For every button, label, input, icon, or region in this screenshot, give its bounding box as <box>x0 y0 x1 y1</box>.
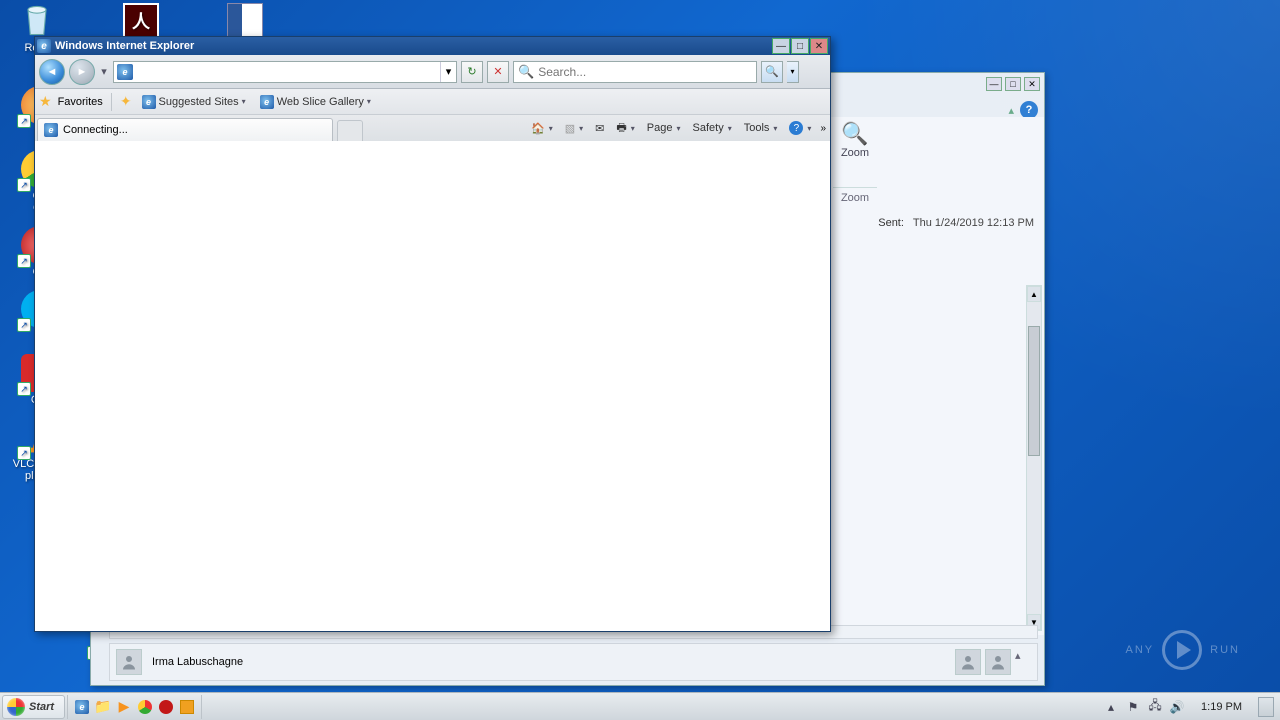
outlook-sent-field: Sent: Thu 1/24/2019 12:13 PM <box>878 217 1034 229</box>
rss-icon: ▧ <box>565 122 575 135</box>
outlook-zoom-button[interactable]: 🔍 Zoom <box>835 121 875 159</box>
ie-tab-bar: e Connecting... 🏠▾ ▧▾ ✉ 🖶▾ Page▾ Safety▾… <box>35 115 830 141</box>
windows-orb-icon <box>7 698 25 716</box>
ie-icon <box>37 39 51 53</box>
play-icon <box>1162 630 1202 670</box>
outlook-collapse-icon[interactable]: ▴ <box>1008 104 1014 117</box>
network-icon[interactable]: 🖧 <box>1147 699 1163 715</box>
outlook-people-pane: Irma Labuschagne ▴ <box>109 643 1038 681</box>
ie-icon: e <box>117 64 133 80</box>
ie-taskbar-icon[interactable]: e <box>72 697 92 717</box>
ie-icon: e <box>142 95 156 109</box>
print-button[interactable]: 🖶▾ <box>611 118 639 138</box>
tab-title: Connecting... <box>63 124 128 136</box>
volume-icon[interactable]: 🔊 <box>1169 699 1185 715</box>
ie-close-button[interactable]: ✕ <box>810 38 828 54</box>
outlook-close-button[interactable]: ✕ <box>1024 77 1040 91</box>
web-slice-gallery-link[interactable]: e Web Slice Gallery ▾ <box>256 93 375 111</box>
ie-maximize-button[interactable]: □ <box>791 38 809 54</box>
ie-title-text: Windows Internet Explorer <box>55 40 194 52</box>
print-icon: 🖶 <box>616 119 626 138</box>
outlook-minimize-button[interactable]: — <box>986 77 1002 91</box>
chrome-taskbar-icon[interactable] <box>135 697 155 717</box>
outlook-zoom-group-label: Zoom <box>833 187 877 204</box>
quick-launch: e 📁 ▶ <box>67 695 202 719</box>
ie-window-controls: — □ ✕ <box>771 38 828 54</box>
back-button[interactable]: ◄ <box>39 59 65 85</box>
search-icon: 🔍 <box>518 64 534 80</box>
feeds-button[interactable]: ▧▾ <box>560 118 588 138</box>
anyrun-watermark: ANY RUN <box>1126 630 1240 670</box>
tools-menu[interactable]: Tools▾ <box>739 118 783 138</box>
avatar-icon <box>116 649 142 675</box>
outlook-help-area: ▴ ? <box>1008 101 1038 119</box>
ie-window: Windows Internet Explorer — □ ✕ ◄ ► ▾ e … <box>34 36 831 632</box>
ie-nav-bar: ◄ ► ▾ e ▾ ↻ ✕ 🔍 🔍▾ <box>35 55 830 89</box>
mail-icon: ✉ <box>595 122 604 135</box>
home-icon: 🏠 <box>531 122 545 135</box>
flag-icon[interactable]: ⚑ <box>1125 699 1141 715</box>
show-desktop-button[interactable] <box>1258 697 1274 717</box>
outlook-reading-pane: 🔍 Zoom Zoom Sent: Thu 1/24/2019 12:13 PM… <box>830 117 1044 635</box>
new-tab-button[interactable] <box>337 120 363 141</box>
favorites-label[interactable]: Favorites <box>58 96 103 108</box>
ie-favorites-bar: ★ Favorites ✦ e Suggested Sites ▾ e Web … <box>35 89 830 115</box>
taskbar: Start e 📁 ▶ ▴ ⚑ 🖧 🔊 1:19 PM <box>0 692 1280 720</box>
search-go-button[interactable]: 🔍 <box>761 61 783 83</box>
address-bar: e ▾ <box>113 61 457 83</box>
read-mail-button[interactable]: ✉ <box>590 118 609 138</box>
address-input[interactable] <box>136 65 440 79</box>
refresh-button[interactable]: ↻ <box>461 61 483 83</box>
app-taskbar-icon[interactable] <box>177 697 197 717</box>
system-tray: ▴ ⚑ 🖧 🔊 1:19 PM <box>1097 697 1280 717</box>
people-pane-collapse-button[interactable]: ▴ <box>1015 649 1031 675</box>
scroll-up-button[interactable]: ▲ <box>1027 286 1041 302</box>
desktop: Recy 人 Fir Go Ch Op Sk CCl VLC media pla… <box>0 0 1280 720</box>
search-box: 🔍 <box>513 61 757 83</box>
wmp-taskbar-icon[interactable]: ▶ <box>114 697 134 717</box>
stop-button[interactable]: ✕ <box>487 61 509 83</box>
search-input[interactable] <box>538 65 756 79</box>
avatar-icon[interactable] <box>955 649 981 675</box>
help-button[interactable]: ?▾ <box>784 118 816 138</box>
outlook-scrollbar[interactable]: ▲ ▼ <box>1026 285 1042 631</box>
add-favorites-icon[interactable]: ✦ <box>120 93 132 110</box>
magnifier-icon: 🔍 <box>835 121 875 147</box>
outlook-help-icon[interactable]: ? <box>1020 101 1038 119</box>
scroll-thumb[interactable] <box>1028 326 1040 456</box>
outlook-window-controls: — □ ✕ <box>986 77 1040 91</box>
address-dropdown-button[interactable]: ▾ <box>440 62 456 82</box>
taskbar-clock[interactable]: 1:19 PM <box>1191 701 1252 713</box>
home-button[interactable]: 🏠▾ <box>526 118 558 138</box>
safety-menu[interactable]: Safety▾ <box>688 118 737 138</box>
search-provider-dropdown[interactable]: ▾ <box>787 61 799 83</box>
favorites-star-icon[interactable]: ★ <box>39 93 52 110</box>
ie-icon: e <box>44 123 58 137</box>
avatar-icon[interactable] <box>985 649 1011 675</box>
opera-taskbar-icon[interactable] <box>156 697 176 717</box>
page-menu[interactable]: Page▾ <box>642 118 686 138</box>
suggested-sites-link[interactable]: e Suggested Sites ▾ <box>138 93 250 111</box>
help-icon: ? <box>789 121 803 135</box>
nav-history-dropdown[interactable]: ▾ <box>99 59 109 85</box>
ie-content-area <box>36 143 829 630</box>
command-bar-overflow[interactable]: » <box>818 123 826 134</box>
contact-name: Irma Labuschagne <box>152 656 243 668</box>
ie-tab[interactable]: e Connecting... <box>37 118 333 141</box>
ie-titlebar[interactable]: Windows Internet Explorer — □ ✕ <box>35 37 830 55</box>
explorer-taskbar-icon[interactable]: 📁 <box>93 697 113 717</box>
tray-expand-button[interactable]: ▴ <box>1103 699 1119 715</box>
outlook-maximize-button[interactable]: □ <box>1005 77 1021 91</box>
forward-button[interactable]: ► <box>69 59 95 85</box>
ie-command-bar: 🏠▾ ▧▾ ✉ 🖶▾ Page▾ Safety▾ Tools▾ ?▾ » <box>526 118 826 138</box>
start-button[interactable]: Start <box>2 695 65 719</box>
ie-icon: e <box>260 95 274 109</box>
ie-minimize-button[interactable]: — <box>772 38 790 54</box>
